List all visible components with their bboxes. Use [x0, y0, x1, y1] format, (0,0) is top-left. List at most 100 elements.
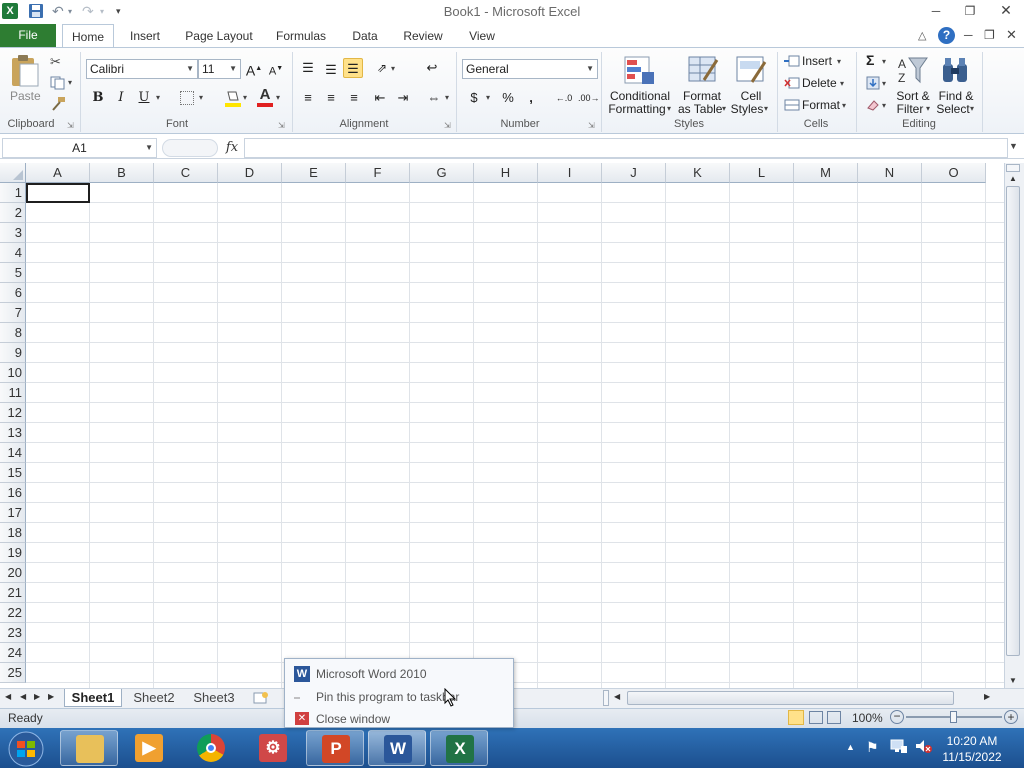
vertical-scroll-thumb[interactable]	[1006, 186, 1020, 656]
tab-file[interactable]: File	[0, 24, 56, 47]
decrease-indent-icon[interactable]: ⇤	[370, 88, 390, 108]
selected-cell-a1[interactable]	[26, 183, 90, 203]
sheet-tab-sheet2[interactable]: Sheet2	[126, 689, 182, 707]
clear-dropdown-icon[interactable]: ▾	[882, 101, 886, 110]
insert-cells-button[interactable]: Insert	[802, 54, 832, 68]
scroll-right-icon[interactable]: ▶	[984, 692, 990, 701]
worksheet-grid[interactable]: A B C D E F G H I J K L M N O 1 2 3 4 5 6 7 8 9 10 11 12 13 14 15 16 17…	[0, 163, 1004, 688]
column-header[interactable]: F	[346, 163, 410, 183]
row-header[interactable]: 14	[0, 443, 26, 463]
column-header[interactable]: E	[282, 163, 346, 183]
jump-list-app-item[interactable]: Microsoft Word 2010	[316, 664, 427, 684]
column-header[interactable]: K	[666, 163, 730, 183]
column-header[interactable]: H	[474, 163, 538, 183]
tab-data[interactable]: Data	[344, 24, 386, 48]
align-middle-icon[interactable]: ☰	[321, 60, 341, 80]
format-painter-icon[interactable]	[50, 96, 66, 112]
sort-filter-icon[interactable]: AZ	[896, 54, 930, 86]
show-hidden-icons-icon[interactable]: ▲	[846, 742, 855, 752]
action-center-flag-icon[interactable]: ⚑	[866, 739, 879, 756]
page-layout-view-icon[interactable]	[809, 711, 823, 724]
paste-icon[interactable]	[10, 54, 40, 88]
network-icon[interactable]	[890, 738, 908, 754]
row-header[interactable]: 6	[0, 283, 26, 303]
row-header[interactable]: 8	[0, 323, 26, 343]
number-format-combo[interactable]: General ▼	[462, 59, 598, 79]
align-left-icon[interactable]: ≡	[298, 88, 318, 108]
bold-button[interactable]: B	[88, 88, 108, 108]
formula-input[interactable]	[244, 138, 1008, 158]
google-chrome-button[interactable]	[182, 730, 240, 766]
page-break-view-icon[interactable]	[827, 711, 841, 724]
tab-split-handle[interactable]	[603, 690, 609, 706]
cut-icon[interactable]: ✂	[50, 54, 61, 70]
media-player-button[interactable]: ▶	[120, 730, 178, 766]
row-header[interactable]: 2	[0, 203, 26, 223]
insert-function-button[interactable]: fx	[220, 138, 244, 158]
increase-decimal-icon[interactable]: ←.0	[554, 88, 574, 108]
sort-filter-button[interactable]: Sort &	[896, 89, 930, 103]
align-bottom-icon[interactable]: ☰	[343, 58, 363, 78]
alignment-dialog-launcher-icon[interactable]: ⇲	[444, 121, 451, 130]
tab-review[interactable]: Review	[398, 24, 448, 48]
wrap-text-icon[interactable]: ↩	[422, 58, 442, 78]
sheet-tab-sheet1[interactable]: Sheet1	[64, 689, 122, 707]
format-cells-icon[interactable]	[784, 99, 800, 111]
merge-center-icon[interactable]: ⇔	[424, 88, 444, 108]
last-sheet-icon[interactable]: ▶	[48, 692, 54, 701]
merge-dropdown-icon[interactable]: ▾	[445, 93, 449, 102]
column-header[interactable]: B	[90, 163, 154, 183]
column-header[interactable]: I	[538, 163, 602, 183]
workbook-close-icon[interactable]: ✕	[1006, 27, 1017, 43]
workbook-restore-icon[interactable]: ❐	[984, 28, 995, 42]
row-header[interactable]: 3	[0, 223, 26, 243]
row-header[interactable]: 20	[0, 563, 26, 583]
cell-styles-button[interactable]: Cell	[734, 89, 768, 103]
italic-button[interactable]: I	[111, 88, 131, 108]
find-select-button[interactable]: Find &	[936, 89, 976, 103]
row-header[interactable]: 5	[0, 263, 26, 283]
clipboard-dialog-launcher-icon[interactable]: ⇲	[67, 121, 74, 130]
row-header[interactable]: 12	[0, 403, 26, 423]
row-header[interactable]: 1	[0, 183, 26, 203]
jump-list-pin-item[interactable]: Pin this program to taskbar	[316, 687, 459, 707]
windows-explorer-button[interactable]	[60, 730, 118, 766]
office-tools-button[interactable]: ⚙	[244, 730, 302, 766]
help-icon[interactable]: ?	[938, 27, 955, 44]
align-center-icon[interactable]: ≡	[321, 88, 341, 108]
orientation-dropdown-icon[interactable]: ▾	[391, 64, 395, 73]
format-as-table-button[interactable]: Format	[682, 89, 722, 103]
font-color-dropdown-icon[interactable]: ▾	[276, 93, 280, 102]
zoom-in-icon[interactable]: +	[1004, 710, 1018, 724]
delete-cells-icon[interactable]	[784, 77, 800, 89]
split-box[interactable]	[1006, 164, 1020, 172]
conditional-formatting-icon[interactable]	[622, 54, 656, 86]
percent-button[interactable]: %	[498, 88, 518, 108]
minimize-icon[interactable]: ─	[928, 4, 944, 18]
column-header[interactable]: C	[154, 163, 218, 183]
column-header[interactable]: D	[218, 163, 282, 183]
tab-view[interactable]: View	[462, 24, 502, 48]
row-header[interactable]: 18	[0, 523, 26, 543]
minimize-ribbon-icon[interactable]: △	[918, 29, 926, 42]
font-size-combo[interactable]: 11 ▼	[198, 59, 241, 79]
excel-button[interactable]: X	[430, 730, 488, 766]
clear-icon[interactable]	[866, 98, 880, 112]
row-header[interactable]: 25	[0, 663, 26, 683]
row-header[interactable]: 22	[0, 603, 26, 623]
first-sheet-icon[interactable]: ◀	[5, 692, 11, 701]
row-header[interactable]: 16	[0, 483, 26, 503]
tab-page-layout[interactable]: Page Layout	[182, 24, 256, 48]
row-header[interactable]: 17	[0, 503, 26, 523]
format-as-table-icon[interactable]	[686, 54, 720, 86]
prev-sheet-icon[interactable]: ◀	[20, 692, 26, 701]
row-header[interactable]: 7	[0, 303, 26, 323]
conditional-formatting-button[interactable]: Conditional	[608, 89, 672, 103]
zoom-slider-thumb[interactable]	[950, 711, 957, 723]
scroll-up-icon[interactable]: ▲	[1009, 174, 1017, 183]
cell-styles-icon[interactable]	[734, 54, 768, 86]
autosum-dropdown-icon[interactable]: ▾	[882, 57, 886, 66]
borders-icon[interactable]	[180, 91, 194, 105]
underline-dropdown-icon[interactable]: ▾	[156, 93, 160, 102]
currency-button[interactable]: $	[464, 88, 484, 108]
